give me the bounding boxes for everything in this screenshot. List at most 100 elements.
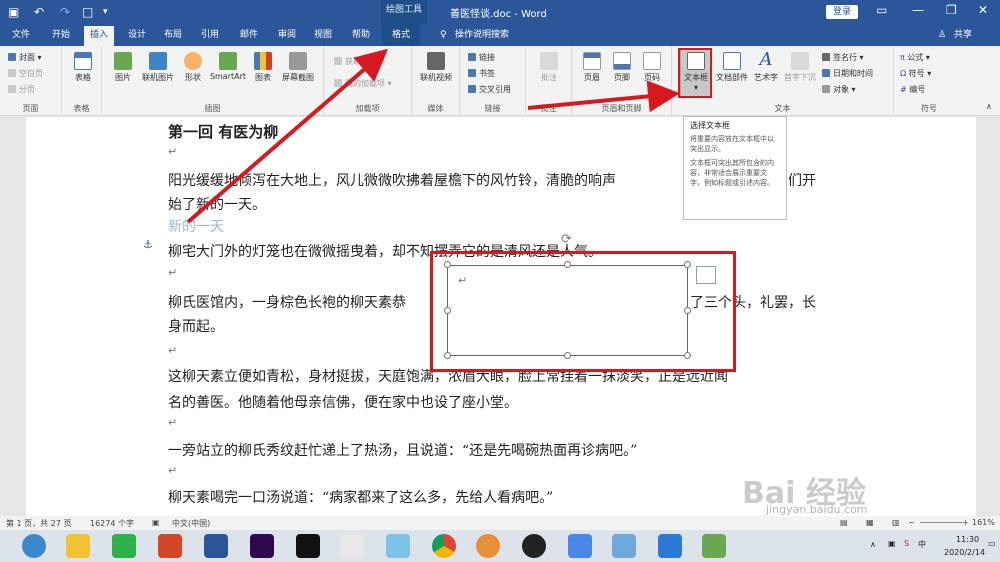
blank-page-button[interactable]: 空白页 xyxy=(8,68,43,79)
online-pictures-button[interactable]: 联机图片 xyxy=(138,52,178,83)
ime-icon[interactable]: 中 xyxy=(918,539,926,550)
save-icon[interactable]: ▣ xyxy=(8,4,19,20)
notification-icon[interactable]: ▭ xyxy=(988,539,996,548)
tab-view[interactable]: 视图 xyxy=(314,27,332,43)
start-icon[interactable] xyxy=(22,534,46,558)
login-button[interactable]: 登录 xyxy=(826,5,858,19)
group-label-pages: 页面 xyxy=(22,104,39,113)
shapes-button[interactable]: 形状 xyxy=(180,52,206,83)
tab-insert[interactable]: 插入 xyxy=(84,26,115,46)
table-button[interactable]: 表格 xyxy=(70,52,96,83)
signature-line-button[interactable]: 签名行 ▾ xyxy=(822,52,864,63)
rotate-handle-icon[interactable]: ⟳ xyxy=(561,232,572,247)
redo-icon[interactable]: ↷ xyxy=(60,4,70,20)
web-layout-icon[interactable]: ▥ xyxy=(892,518,900,527)
group-label-table: 表格 xyxy=(73,104,90,113)
feishu-icon[interactable] xyxy=(568,534,592,558)
online-video-button[interactable]: 联机视频 xyxy=(416,52,456,83)
quick-parts-button[interactable]: 文档部件 xyxy=(714,52,750,83)
cover-page-button[interactable]: 封面 ▾ xyxy=(8,52,42,63)
page-count[interactable]: 第 1 页，共 27 页 xyxy=(6,518,71,529)
premiere-icon[interactable] xyxy=(250,534,274,558)
word-count[interactable]: 16274 个字 xyxy=(90,518,134,529)
tab-help[interactable]: 帮助 xyxy=(352,27,370,43)
tell-me-search[interactable]: 操作说明搜索 xyxy=(455,27,509,43)
bookmark-button[interactable]: 书签 xyxy=(468,68,495,79)
chrome-icon[interactable] xyxy=(432,534,456,558)
word-icon[interactable] xyxy=(204,534,228,558)
browser-icon[interactable] xyxy=(476,534,500,558)
maximize-icon[interactable]: ❐ xyxy=(946,3,957,17)
share-icon[interactable]: ♙ xyxy=(938,27,946,43)
symbol-button[interactable]: Ω 符号 ▾ xyxy=(900,68,931,79)
footer-button[interactable]: 页脚 xyxy=(608,52,636,83)
smartart-button[interactable]: SmartArt xyxy=(206,52,250,81)
screenshot-button[interactable]: 屏幕截图 xyxy=(278,52,318,83)
tray-icon[interactable]: ▣ xyxy=(888,539,896,548)
object-button[interactable]: 对象 ▾ xyxy=(822,84,856,95)
group-label-links: 链接 xyxy=(484,104,501,113)
date-time-button[interactable]: 日期和时间 xyxy=(822,68,873,79)
group-label-media: 媒体 xyxy=(427,104,444,113)
wps-icon[interactable] xyxy=(658,534,682,558)
notes-icon[interactable] xyxy=(612,534,636,558)
wechat-icon[interactable] xyxy=(112,534,136,558)
link-button[interactable]: 链接 xyxy=(468,52,495,63)
tab-references[interactable]: 引用 xyxy=(201,27,219,43)
zoom-level[interactable]: 161% xyxy=(972,518,995,527)
header-button[interactable]: 页眉 xyxy=(578,52,606,83)
pictures-button[interactable]: 图片 xyxy=(110,52,136,83)
equation-button[interactable]: π 公式 ▾ xyxy=(900,52,930,63)
tray-up-icon[interactable]: ∧ xyxy=(870,540,876,549)
paragraph-3c: 身而起。 xyxy=(168,319,224,335)
cross-reference-button[interactable]: 交叉引用 xyxy=(468,84,511,95)
share-button[interactable]: 共享 xyxy=(954,27,972,43)
print-layout-icon[interactable]: ▦ xyxy=(866,518,874,527)
app-icon[interactable] xyxy=(702,534,726,558)
zoom-in-icon[interactable]: + xyxy=(962,518,969,527)
read-mode-icon[interactable]: ▤ xyxy=(840,518,848,527)
qq-icon[interactable] xyxy=(522,534,546,558)
document-title: 善医怪谈.doc - Word xyxy=(450,9,547,20)
file-explorer-icon[interactable] xyxy=(66,534,90,558)
paragraph-mark: ↵ xyxy=(168,344,178,357)
tab-review[interactable]: 审阅 xyxy=(278,27,296,43)
my-addins-button[interactable]: 我的加载项 ▾ xyxy=(334,78,392,89)
ribbon-display-icon[interactable]: ▭ xyxy=(876,3,887,17)
tab-home[interactable]: 开始 xyxy=(52,27,70,43)
paragraph-5: 一旁站立的柳氏秀纹赶忙递上了热汤，且说道：“还是先喝碗热面再诊病吧。” xyxy=(168,443,638,459)
chart-button[interactable]: 图表 xyxy=(250,52,276,83)
clock-date[interactable]: 2020/2/14 xyxy=(944,548,985,557)
collapse-ribbon-icon[interactable]: ∧ xyxy=(986,102,992,111)
paragraph-mark: ↵ xyxy=(168,145,178,158)
watermark-url: jingyan.baidu.com xyxy=(766,503,868,516)
minimize-icon[interactable]: — xyxy=(912,3,924,17)
drop-cap-button[interactable]: 首字下沉 xyxy=(782,52,818,83)
tray-app-icon[interactable]: S xyxy=(904,539,909,548)
quick-access-dropdown-icon[interactable]: ▾ xyxy=(103,4,108,20)
media-app-icon[interactable] xyxy=(340,534,364,558)
wordart-button[interactable]: A 艺术字 xyxy=(752,50,780,83)
tab-file[interactable]: 文件 xyxy=(12,27,30,43)
tab-layout[interactable]: 布局 xyxy=(164,27,182,43)
numbering-button[interactable]: # 编号 xyxy=(900,84,925,95)
page-break-button[interactable]: 分页 xyxy=(8,84,35,95)
zoom-out-icon[interactable]: − xyxy=(908,518,915,527)
new-doc-icon[interactable]: □ xyxy=(82,4,93,20)
tab-format[interactable]: 格式 xyxy=(382,24,421,46)
tab-design[interactable]: 设计 xyxy=(128,27,146,43)
video-editor-icon[interactable] xyxy=(296,534,320,558)
bird-app-icon[interactable] xyxy=(386,534,410,558)
tab-mailings[interactable]: 邮件 xyxy=(240,27,258,43)
undo-icon[interactable]: ↶ xyxy=(34,4,44,20)
comment-button[interactable]: 批注 xyxy=(534,52,564,83)
close-icon[interactable]: ✕ xyxy=(978,3,988,17)
proofing-icon[interactable]: ▣ xyxy=(152,518,160,527)
zoom-slider[interactable] xyxy=(920,522,962,523)
language[interactable]: 中文(中国) xyxy=(172,518,210,529)
clock-time[interactable]: 11:30 xyxy=(956,535,979,544)
page-number-button[interactable]: 页码 xyxy=(638,52,666,83)
get-addins-button[interactable]: 获取加载项 xyxy=(334,56,385,67)
status-bar: 第 1 页，共 27 页 16274 个字 ▣ 中文(中国) ▤ ▦ ▥ − +… xyxy=(0,516,1000,530)
powerpoint-icon[interactable] xyxy=(158,534,182,558)
